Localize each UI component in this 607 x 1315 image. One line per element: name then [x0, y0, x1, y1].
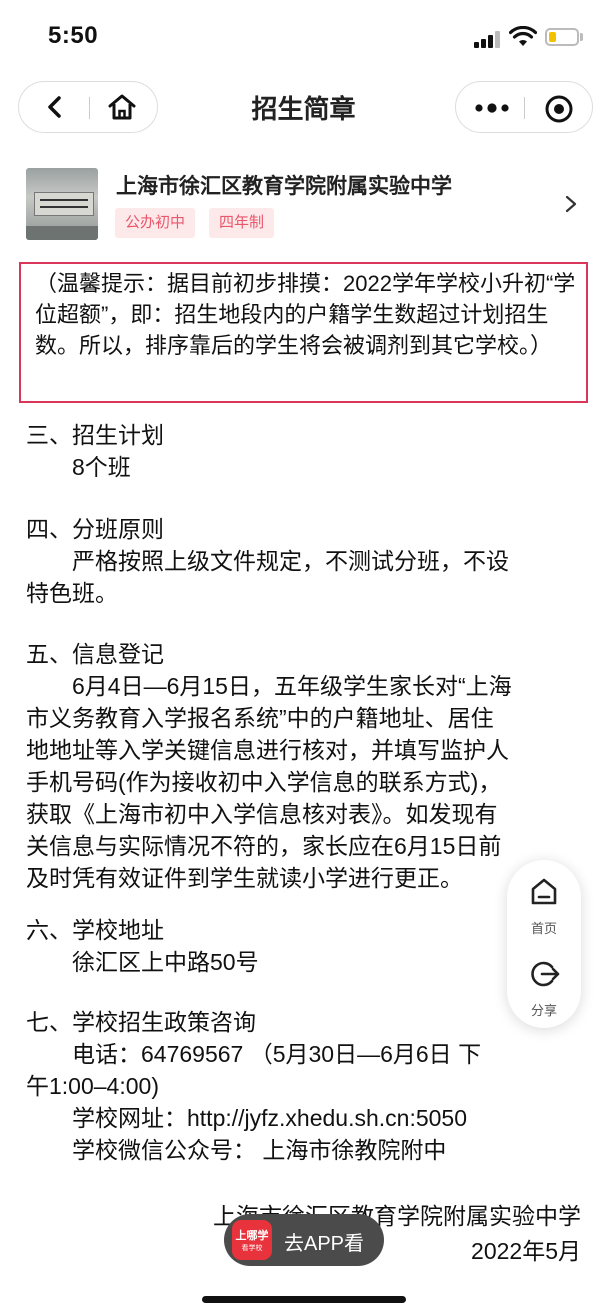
open-in-app-button[interactable]: 上哪学 看学校 去APP看 — [224, 1214, 384, 1266]
share-icon — [531, 961, 560, 987]
floating-action-panel: 首页 分享 — [507, 860, 581, 1028]
back-icon[interactable] — [41, 92, 69, 122]
school-name: 上海市徐汇区教育学院附属实验中学 — [116, 175, 452, 198]
float-home-label: 首页 — [530, 921, 557, 936]
tag-school-years: 四年制 — [209, 208, 275, 238]
float-share-button[interactable]: 分享 — [507, 956, 581, 1030]
school-wechat: 学校微信公众号： 上海市徐教院附中 — [72, 1137, 447, 1163]
nav-right-capsule — [455, 81, 593, 133]
section-heading-address: 六、学校地址 — [26, 917, 164, 943]
section-line: 严格按照上级文件规定，不测试分班，不设 — [72, 548, 509, 574]
battery-cap — [580, 33, 583, 41]
notice-text: （温馨提示：据目前初步排摸：2022学年学校小升初“学位超额”，即：招生地段内的… — [35, 271, 576, 358]
section-line: 午1:00–4:00) — [26, 1073, 159, 1099]
section-line: 市义务教育入学报名系统”中的户籍地址、居住 — [26, 705, 494, 731]
section-line: 地地址等入学关键信息进行核对，并填写监护人 — [26, 737, 509, 763]
section-line: 获取《上海市初中入学信息核对表》。如发现有 — [26, 801, 498, 827]
divider — [524, 97, 525, 119]
section-line: 6月4日—6月15日，五年级学生家长对“上海 — [72, 673, 512, 699]
wifi-icon — [509, 26, 537, 46]
section-heading-plan: 三、招生计划 — [26, 422, 164, 448]
school-card[interactable]: 上海市徐汇区教育学院附属实验中学 公办初中 四年制 — [0, 158, 607, 250]
section-line: 特色班。 — [26, 580, 118, 606]
float-home-button[interactable]: 首页 — [507, 874, 581, 948]
more-icon[interactable] — [472, 98, 512, 118]
school-thumbnail — [26, 168, 98, 240]
app-logo: 上哪学 看学校 — [232, 1220, 272, 1260]
contact-phone: 电话：64769567 （5月30日—6月6日 下 — [72, 1041, 482, 1067]
float-share-label: 分享 — [530, 1003, 557, 1018]
status-bar: 5:50 — [0, 0, 607, 70]
section-heading-registration: 五、信息登记 — [26, 641, 164, 667]
section-line: 及时凭有效证件到学生就读小学进行更正。 — [26, 865, 463, 891]
section-heading-consult: 七、学校招生政策咨询 — [26, 1009, 256, 1035]
nav-left-capsule — [18, 81, 158, 133]
status-time: 5:50 — [48, 22, 99, 49]
home-icon — [531, 878, 557, 905]
footer-date: 2022年5月 — [471, 1238, 581, 1264]
tag-school-type: 公办初中 — [115, 208, 196, 238]
open-in-app-label: 去APP看 — [284, 1233, 365, 1255]
close-miniprogram-icon[interactable] — [544, 94, 574, 124]
section-heading-grouping: 四、分班原则 — [26, 516, 164, 542]
notice-box: （温馨提示：据目前初步排摸：2022学年学校小升初“学位超额”，即：招生地段内的… — [19, 262, 588, 403]
section-line: 关信息与实际情况不符的，家长应在6月15日前 — [26, 833, 502, 859]
battery-icon — [545, 28, 579, 46]
section-line: 8个班 — [72, 454, 131, 480]
cellular-signal-icon — [474, 30, 502, 48]
school-website: 学校网址：http://jyfz.xhedu.sh.cn:5050 — [72, 1105, 468, 1131]
nav-bar: 招生简章 — [0, 75, 607, 137]
home-indicator — [202, 1296, 406, 1303]
section-line: 手机号码(作为接收初中入学信息的联系方式)， — [26, 769, 502, 795]
chevron-right-icon — [565, 195, 577, 213]
divider — [89, 97, 90, 119]
home-icon[interactable] — [107, 93, 137, 121]
